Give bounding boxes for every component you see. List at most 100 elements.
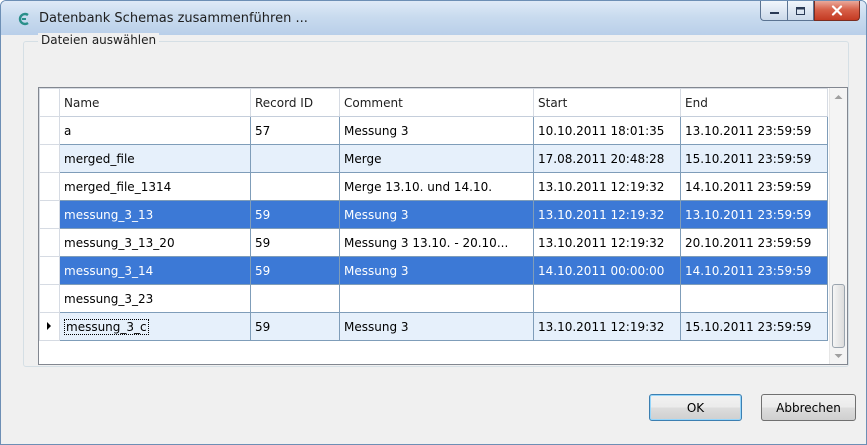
- cell-record-id-text: 59: [255, 319, 271, 334]
- close-icon: [831, 5, 843, 16]
- row-header[interactable]: [39, 116, 60, 145]
- cancel-button[interactable]: Abbrechen: [761, 394, 856, 421]
- cell-name-text: merged_file: [64, 151, 135, 166]
- table-row[interactable]: messung_3_13_20 59 Messung 3 13.10. - 20.1…: [39, 228, 828, 257]
- cell-comment-text: Messung 3: [344, 207, 409, 222]
- table-row[interactable]: messung_3_14 59 Messung 3 14.10.2011 00:00:…: [39, 256, 828, 285]
- column-header-comment[interactable]: Comment: [339, 88, 534, 117]
- cell-start[interactable]: 14.10.2011 00:00:00: [533, 256, 681, 285]
- table-row[interactable]: merged_file Merge 17.08.2011 20:48:28 15.10…: [39, 144, 828, 173]
- cell-comment-text: Messung 3: [344, 319, 409, 334]
- chevron-down-icon: [834, 353, 843, 358]
- row-header[interactable]: [39, 172, 60, 201]
- table-row[interactable]: messung_3_13 59 Messung 3 13.10.2011 12:19:…: [39, 200, 828, 229]
- cell-start[interactable]: 10.10.2011 18:01:35: [533, 116, 681, 145]
- row-header[interactable]: [39, 228, 60, 257]
- cell-record-id-text: 57: [255, 123, 271, 138]
- column-header-end[interactable]: End: [680, 88, 828, 117]
- cell-end[interactable]: 20.10.2011 23:59:59: [680, 228, 828, 257]
- cell-comment[interactable]: Merge: [339, 144, 534, 173]
- minimize-icon: [769, 11, 779, 14]
- cell-name[interactable]: messung_3_c: [59, 312, 251, 341]
- cell-end-text: 14.10.2011 23:59:59: [685, 179, 812, 194]
- chevron-up-icon: [834, 94, 843, 99]
- cell-end[interactable]: 14.10.2011 23:59:59: [680, 172, 828, 201]
- cell-comment[interactable]: Merge 13.10. und 14.10.: [339, 172, 534, 201]
- cell-name[interactable]: messung_3_13_20: [59, 228, 251, 257]
- cell-comment-text: Messung 3: [344, 263, 409, 278]
- table-row[interactable]: messung_3_c 59 Messung 3 13.10.2011 12:19:3…: [39, 312, 828, 341]
- cell-comment[interactable]: [339, 284, 534, 313]
- cell-record-id[interactable]: 57: [250, 116, 340, 145]
- row-header[interactable]: [39, 312, 60, 341]
- cell-comment-text: Merge: [344, 151, 382, 166]
- cell-end[interactable]: 14.10.2011 23:59:59: [680, 256, 828, 285]
- title-bar[interactable]: Datenbank Schemas zusammenführen ...: [1, 1, 866, 35]
- cell-start[interactable]: [533, 284, 681, 313]
- table-row[interactable]: messung_3_23: [39, 284, 828, 313]
- cell-end[interactable]: 13.10.2011 23:59:59: [680, 116, 828, 145]
- cell-comment[interactable]: Messung 3: [339, 116, 534, 145]
- row-header[interactable]: [39, 200, 60, 229]
- row-header[interactable]: [39, 256, 60, 285]
- cell-start-text: 14.10.2011 00:00:00: [538, 263, 665, 278]
- cell-name[interactable]: merged_file_1314: [59, 172, 251, 201]
- close-button[interactable]: [814, 1, 860, 21]
- scroll-down-button[interactable]: [830, 347, 847, 364]
- cell-record-id[interactable]: 59: [250, 200, 340, 229]
- cell-comment[interactable]: Messung 3: [339, 312, 534, 341]
- cell-start[interactable]: 13.10.2011 12:19:32: [533, 172, 681, 201]
- cell-name-text: merged_file_1314: [64, 179, 172, 194]
- scrollbar-thumb[interactable]: [832, 284, 845, 348]
- files-table: Name Record ID Comment Start End a 57 Mess…: [39, 88, 828, 341]
- row-header[interactable]: [39, 284, 60, 313]
- row-header[interactable]: [39, 144, 60, 173]
- cell-name[interactable]: messung_3_14: [59, 256, 251, 285]
- cell-record-id[interactable]: 59: [250, 228, 340, 257]
- ok-button[interactable]: OK: [649, 394, 742, 421]
- cell-record-id[interactable]: 59: [250, 256, 340, 285]
- cell-record-id[interactable]: 59: [250, 312, 340, 341]
- cell-comment[interactable]: Messung 3: [339, 200, 534, 229]
- maximize-button[interactable]: [787, 1, 814, 21]
- cell-name-text: messung_3_13_20: [64, 235, 175, 250]
- cell-start[interactable]: 13.10.2011 12:19:32: [533, 200, 681, 229]
- cell-start-text: 10.10.2011 18:01:35: [538, 123, 665, 138]
- cell-name[interactable]: merged_file: [59, 144, 251, 173]
- vertical-scrollbar[interactable]: [829, 88, 847, 364]
- cell-end[interactable]: 13.10.2011 23:59:59: [680, 200, 828, 229]
- column-header-record-id[interactable]: Record ID: [250, 88, 340, 117]
- cell-start[interactable]: 13.10.2011 12:19:32: [533, 228, 681, 257]
- cell-end-text: 13.10.2011 23:59:59: [685, 207, 812, 222]
- cell-name[interactable]: messung_3_13: [59, 200, 251, 229]
- cell-comment-text: Merge 13.10. und 14.10.: [344, 179, 493, 194]
- table-row[interactable]: merged_file_1314 Merge 13.10. und 14.10. 1…: [39, 172, 828, 201]
- cell-start-text: 13.10.2011 12:19:32: [538, 179, 665, 194]
- column-header-start[interactable]: Start: [533, 88, 681, 117]
- cell-record-id[interactable]: [250, 144, 340, 173]
- cell-start[interactable]: 17.08.2011 20:48:28: [533, 144, 681, 173]
- cell-name-text: messung_3_14: [64, 263, 154, 278]
- cell-end[interactable]: 15.10.2011 23:59:59: [680, 312, 828, 341]
- row-header-corner: [39, 88, 60, 117]
- scroll-up-button[interactable]: [830, 88, 847, 105]
- cell-record-id[interactable]: [250, 172, 340, 201]
- cell-end[interactable]: [680, 284, 828, 313]
- cell-name[interactable]: messung_3_23: [59, 284, 251, 313]
- cell-record-id[interactable]: [250, 284, 340, 313]
- table-row[interactable]: a 57 Messung 3 10.10.2011 18:01:35 13.10.201…: [39, 116, 828, 145]
- cell-name[interactable]: a: [59, 116, 251, 145]
- cell-name-text: messung_3_23: [64, 291, 154, 306]
- cell-name-text: messung_3_c: [64, 318, 149, 335]
- cell-end-text: 20.10.2011 23:59:59: [685, 235, 812, 250]
- cell-end[interactable]: 15.10.2011 23:59:59: [680, 144, 828, 173]
- column-header-name[interactable]: Name: [59, 88, 251, 117]
- cell-end-text: 13.10.2011 23:59:59: [685, 123, 812, 138]
- minimize-button[interactable]: [760, 1, 787, 21]
- cell-start-text: 13.10.2011 12:19:32: [538, 235, 665, 250]
- cell-comment-text: Messung 3: [344, 123, 409, 138]
- cell-comment[interactable]: Messung 3: [339, 256, 534, 285]
- cell-start[interactable]: 13.10.2011 12:19:32: [533, 312, 681, 341]
- cell-comment[interactable]: Messung 3 13.10. - 20.10...: [339, 228, 534, 257]
- window-title: Datenbank Schemas zusammenführen ...: [39, 11, 308, 26]
